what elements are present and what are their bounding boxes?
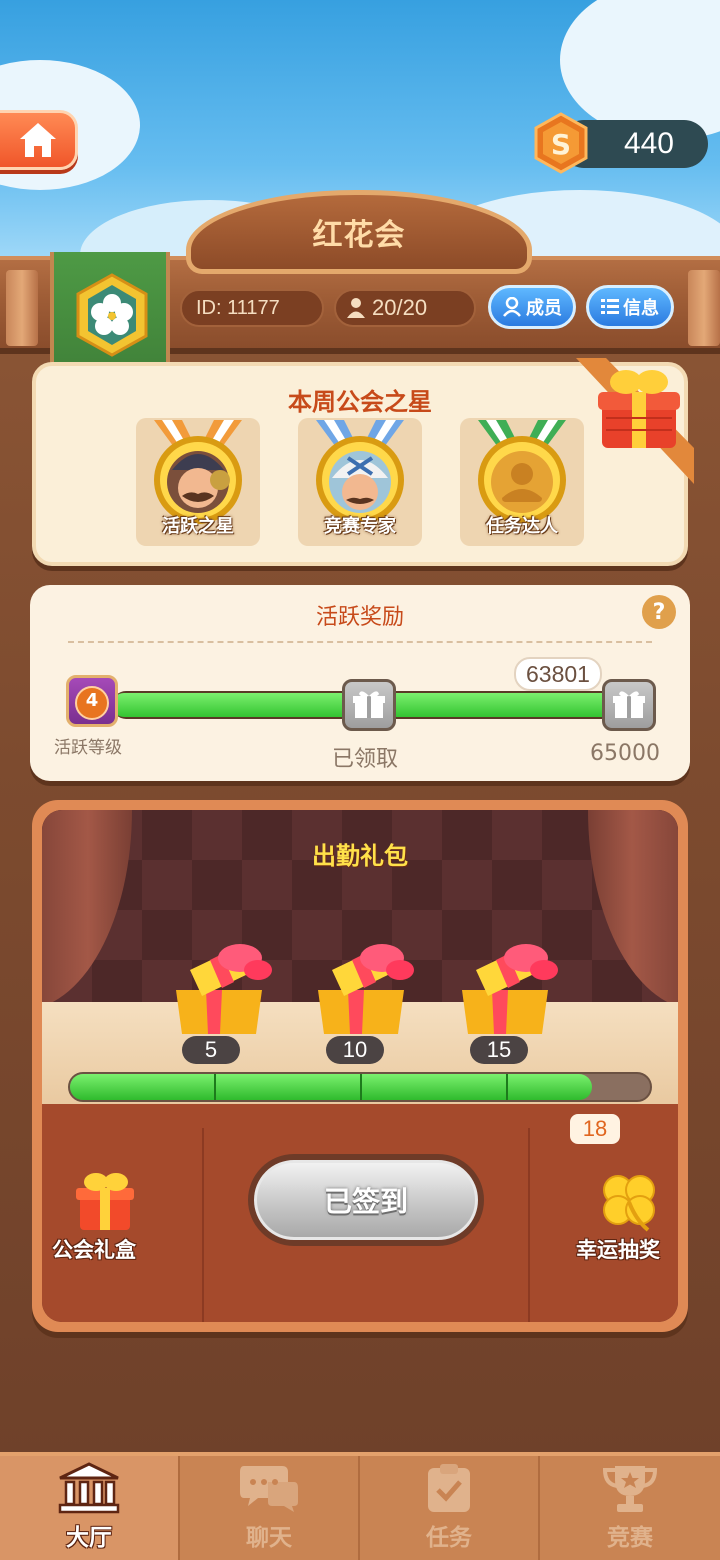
medal-card-contest-expert[interactable]: 竞赛专家 [298,418,422,546]
home-button[interactable] [0,110,78,170]
member-count: 20/20 [334,289,476,327]
attendance-stage: 出勤礼包 5 10 15 18 已签到 公会礼盒 幸运抽奖 [42,810,678,1322]
progress-segment [506,1074,508,1100]
nav-label: 竞赛 [607,1525,653,1551]
chat-icon [240,1466,298,1512]
nav-label: 聊天 [246,1525,292,1551]
home-icon [19,123,56,157]
trophy-icon [602,1466,658,1512]
lucky-draw-label[interactable]: 幸运抽奖 [576,1234,660,1264]
checked-in-button[interactable]: 已签到 [248,1154,484,1246]
nav-contest[interactable]: 竞赛 [540,1456,720,1560]
divider [202,1128,204,1322]
activity-level-label: 活跃等级 [54,738,122,758]
nav-task[interactable]: 任务 [360,1456,540,1560]
attendance-panel: 出勤礼包 5 10 15 18 已签到 公会礼盒 幸运抽奖 [32,800,688,1332]
person-icon [347,298,365,318]
divider [528,1128,530,1322]
gift-box-icon[interactable] [452,930,562,1042]
divider [68,641,652,643]
info-button[interactable]: 信息 [586,285,674,329]
member-count-text: 20/20 [372,295,428,320]
lucky-clover-icon[interactable] [596,1170,662,1232]
activity-reward-title: 活跃奖励 [315,605,404,630]
guild-emblem-icon[interactable] [74,272,150,358]
gift-icon [353,691,385,718]
claimed-label: 已领取 [332,747,399,772]
guild-id-text: ID: 11177 [196,296,280,319]
nav-chat[interactable]: 聊天 [180,1456,360,1560]
gift-box-icon[interactable] [166,930,276,1042]
checked-in-label: 已签到 [254,1160,478,1240]
nav-hall[interactable]: 大厅 [0,1456,180,1560]
help-icon[interactable]: ? [642,595,676,629]
guild-name: 红花会 [312,218,406,253]
progress-segment [214,1074,216,1100]
hall-icon [58,1462,120,1514]
guild-screen: 440 S 红花会 ID: 11177 20/20 成员 信息 本周公会之星 活… [0,0,720,1560]
milestone-gift-claimed[interactable] [342,679,396,731]
nav-label: 任务 [426,1525,472,1551]
activity-reward-panel: 活跃奖励 ? 4 活跃等级 已领取 65000 63801 [30,585,690,781]
members-button-label: 成员 [526,298,562,319]
attendance-title: 出勤礼包 [312,842,408,870]
nav-label: 大厅 [66,1525,112,1551]
medal-label: 竞赛专家 [324,516,396,537]
bottom-nav: 大厅 聊天 任务 竞赛 [0,1452,720,1560]
medal-label: 任务达人 [486,516,558,537]
milestone-tag: 10 [326,1036,384,1064]
member-icon [503,297,521,317]
coin-icon: S [534,112,588,174]
gift-ribbon-icon[interactable] [566,358,694,488]
milestone-tag: 5 [182,1036,240,1064]
activity-level: 4 [85,690,99,711]
medal-label: 活跃之星 [162,516,234,537]
current-points-bubble: 63801 [514,657,602,691]
guild-id: ID: 11177 [180,289,324,327]
guild-gift-box-icon[interactable] [72,1170,138,1232]
svg-text:S: S [551,128,571,161]
target-points: 65000 [590,741,660,766]
pillar-left [6,270,38,346]
attendance-current-marker: 18 [570,1114,620,1144]
medal-card-active-star[interactable]: 活跃之星 [136,418,260,546]
progress-segment [360,1074,362,1100]
attendance-progress-bar [68,1072,652,1102]
gift-icon [613,691,645,718]
milestone-gift-final[interactable] [602,679,656,731]
list-icon [601,299,619,314]
attendance-progress-fill [70,1074,592,1100]
activity-level-badge: 4 [66,675,118,727]
task-icon [428,1464,470,1512]
members-button[interactable]: 成员 [488,285,576,329]
info-button-label: 信息 [623,298,659,319]
gift-box-icon[interactable] [308,930,418,1042]
pillar-right [688,270,720,346]
coin-amount: 440 [623,127,674,160]
guild-gift-box-label[interactable]: 公会礼盒 [52,1234,136,1264]
milestone-tag: 15 [470,1036,528,1064]
